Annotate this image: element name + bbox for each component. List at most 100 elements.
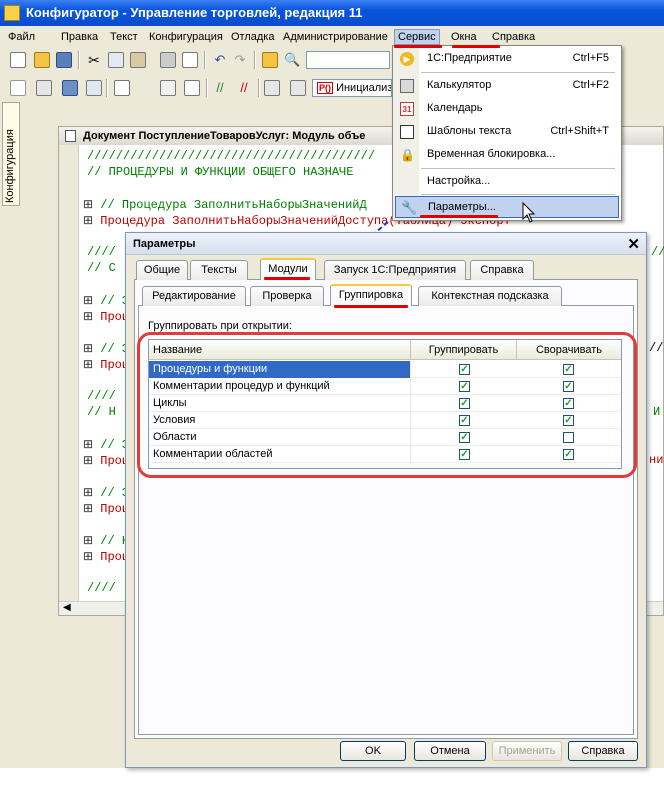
window-title: Конфигуратор - Управление торговлей, ред… (26, 5, 363, 20)
preview-icon[interactable] (182, 52, 198, 68)
tab-grouping[interactable]: Группировка (330, 284, 412, 306)
code-line[interactable]: // ПРОЦЕДУРЫ И ФУНКЦИИ ОБЩЕГО НАЗНАЧЕ (87, 165, 353, 179)
code-line[interactable]: ⊞ // Н (83, 533, 129, 548)
menu-windows[interactable]: Окна (451, 31, 477, 43)
expand-icon[interactable]: ⊞ (83, 214, 100, 228)
code-line[interactable]: ⊞ // З (83, 341, 129, 356)
init-combobox[interactable]: P() Инициализ (312, 79, 392, 97)
parameters-dialog: Параметры ✕ Общие Тексты Модули Запуск 1… (125, 232, 647, 768)
tab-help[interactable]: Справка (470, 260, 534, 280)
expand-icon[interactable]: ⊞ (83, 358, 100, 372)
search-icon[interactable]: 🔍 (284, 52, 300, 68)
dialog-title: Параметры (133, 238, 196, 250)
database-icon[interactable] (62, 80, 78, 96)
menu-edit[interactable]: Правка (61, 31, 98, 43)
code-line[interactable]: //// (87, 389, 116, 403)
cut-icon[interactable]: ✂ (86, 52, 102, 68)
expand-icon[interactable]: ⊞ (83, 310, 100, 324)
expand-icon[interactable]: ⊞ (83, 502, 100, 516)
code-line[interactable]: ⊞ // Процедура ЗаполнитьНаборыЗначенийД (83, 197, 367, 212)
title-bar: Конфигуратор - Управление торговлей, ред… (0, 0, 664, 26)
menu-item-enterprise[interactable]: ▶ 1С:Предприятие Ctrl+F5 (395, 48, 619, 70)
compare-icon[interactable] (36, 80, 52, 96)
menu-separator (421, 72, 615, 73)
dialog-title-bar: Параметры ✕ (126, 233, 646, 255)
config-tree-icon[interactable] (10, 80, 26, 96)
config-side-label: Конфигурация (4, 129, 16, 203)
uncomment-icon[interactable]: // (236, 80, 252, 96)
scroll-left-icon[interactable]: ◀ (63, 602, 71, 613)
editor-title: Документ ПоступлениеТоваровУслуг: Модуль… (83, 130, 366, 142)
expand-icon[interactable]: ⊞ (83, 438, 100, 452)
paste-icon[interactable] (130, 52, 146, 68)
expand-icon[interactable]: ⊞ (83, 198, 100, 212)
search-input[interactable] (306, 51, 390, 69)
code-line[interactable]: ⊞ // З (83, 293, 129, 308)
code-line[interactable]: // С (87, 261, 116, 275)
syntax-check-icon[interactable] (160, 80, 176, 96)
toolbar-separator (78, 51, 80, 69)
procedure-list-icon[interactable] (290, 80, 306, 96)
config-side-panel[interactable]: Конфигурация (2, 102, 20, 206)
module-icon[interactable] (114, 80, 130, 96)
code-line[interactable]: ⊞ Проц (83, 357, 129, 372)
code-line[interactable]: ⊞ Проц (83, 549, 129, 564)
print-icon[interactable] (160, 52, 176, 68)
annotation-underline-service (394, 45, 442, 48)
menu-item-calendar[interactable]: 31 Календарь (395, 98, 619, 120)
code-line[interactable]: ⊞ Проц (83, 309, 129, 324)
expand-icon[interactable]: ⊞ (83, 294, 100, 308)
menu-item-temp-lock[interactable]: 🔒 Временная блокировка... (395, 144, 619, 166)
expand-icon[interactable]: ⊞ (83, 486, 100, 500)
indent-icon[interactable] (264, 80, 280, 96)
expand-icon[interactable]: ⊞ (83, 534, 100, 548)
cancel-button[interactable]: Отмена (414, 741, 486, 761)
code-line[interactable]: ⊞ // З (83, 437, 129, 452)
annotation-underline-modules (264, 277, 310, 280)
tab-general[interactable]: Общие (136, 260, 188, 280)
menu-administration[interactable]: Администрирование (283, 31, 388, 43)
code-line[interactable]: // Н (87, 405, 116, 419)
menu-debug[interactable]: Отладка (231, 31, 274, 43)
menu-configuration[interactable]: Конфигурация (149, 31, 223, 43)
comment-icon[interactable]: // (212, 80, 228, 96)
apply-button[interactable]: Применить (492, 741, 562, 761)
menu-help[interactable]: Справка (492, 31, 535, 43)
menu-item-settings[interactable]: Настройка... (395, 171, 619, 193)
open-icon[interactable] (34, 52, 50, 68)
code-line[interactable]: ⊞ Проц (83, 453, 129, 468)
expand-icon[interactable]: ⊞ (83, 550, 100, 564)
toolbar-separator (206, 79, 208, 97)
menu-item-text-templates[interactable]: Шаблоны текста Ctrl+Shift+T (395, 121, 619, 143)
menu-service[interactable]: Сервис (394, 29, 440, 45)
find-in-files-icon[interactable] (262, 52, 278, 68)
undo-icon[interactable]: ↶ (212, 52, 228, 68)
expand-icon[interactable]: ⊞ (83, 454, 100, 468)
menu-text[interactable]: Текст (110, 31, 138, 43)
tab-launch[interactable]: Запуск 1С:Предприятия (324, 260, 466, 280)
help-button[interactable]: Справка (568, 741, 638, 761)
tab-texts[interactable]: Тексты (190, 260, 248, 280)
code-line[interactable]: ⊞ // З (83, 485, 129, 500)
redo-icon[interactable]: ↷ (232, 52, 248, 68)
calculator-icon (400, 79, 414, 93)
save-icon[interactable] (56, 52, 72, 68)
menu-item-calculator[interactable]: Калькулятор Ctrl+F2 (395, 75, 619, 97)
expand-icon[interactable]: ⊞ (83, 342, 100, 356)
tab-editing[interactable]: Редактирование (142, 286, 246, 306)
code-line[interactable]: //// (87, 581, 116, 595)
tab-check[interactable]: Проверка (250, 286, 324, 306)
copy-icon[interactable] (108, 52, 124, 68)
new-icon[interactable] (10, 52, 26, 68)
wrench-icon: 🔧 (401, 200, 418, 215)
format-icon[interactable] (184, 80, 200, 96)
code-line[interactable]: //// (87, 245, 116, 259)
close-icon[interactable]: ✕ (627, 235, 640, 253)
toolbar-separator (258, 79, 260, 97)
tab-context-hint[interactable]: Контекстная подсказка (418, 286, 562, 306)
code-line[interactable]: //////////////////////////////////////// (87, 149, 375, 163)
menu-file[interactable]: Файл (8, 31, 35, 43)
window-icon[interactable] (86, 80, 102, 96)
ok-button[interactable]: OK (340, 741, 406, 761)
code-line[interactable]: ⊞ Проц (83, 501, 129, 516)
